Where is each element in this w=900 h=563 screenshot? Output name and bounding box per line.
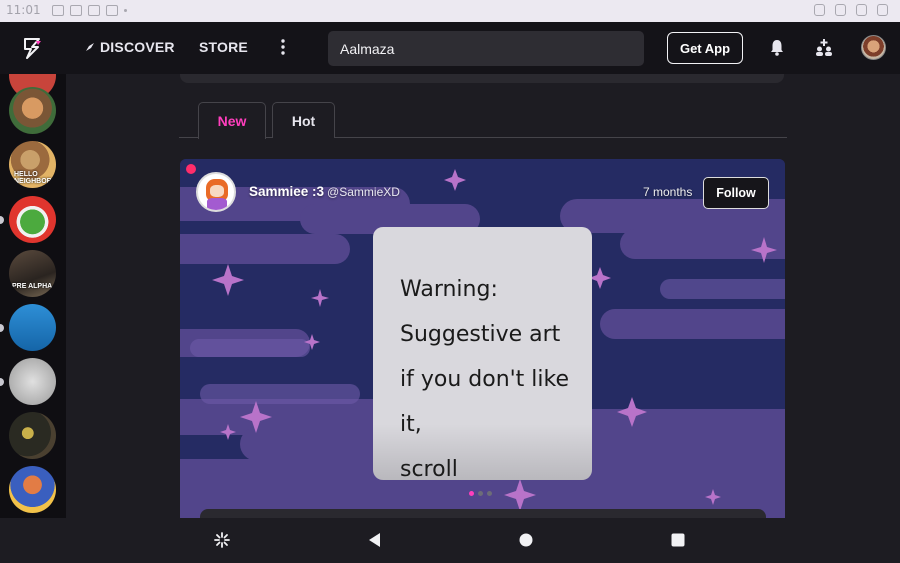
sidebar-community-5[interactable] [9,304,56,351]
sidebar-community-4[interactable]: PRE ALPHA [9,250,56,297]
online-indicator [186,164,196,174]
play-store-icon [106,5,118,16]
tab-new[interactable]: New [198,102,266,139]
notification-icons [52,5,127,16]
get-app-button[interactable]: Get App [667,32,743,64]
recents-icon[interactable] [669,531,687,549]
sidebar-community-2[interactable]: HELLO NEIGHBOR [9,141,56,188]
sidebar-community-8[interactable] [9,466,56,513]
logo-bolt-icon[interactable] [22,36,44,60]
kebab-menu-icon[interactable] [279,38,287,56]
warning-line: Suggestive art [400,322,561,347]
game-controller-icon [52,5,64,16]
bell-icon[interactable] [770,39,784,56]
more-dot-icon [124,9,127,12]
post-footer-edge [200,509,766,518]
nav-discover[interactable]: DISCOVER [84,39,175,55]
post-author-avatar[interactable] [196,172,236,212]
compass-icon [86,43,94,51]
post-author-handle: @SammieXD [327,185,400,199]
wifi-icon [856,4,867,16]
system-nav-bar [0,518,900,563]
previous-card-edge [180,74,784,83]
user-avatar[interactable] [861,35,886,60]
youtube-icon [70,5,82,16]
search-input[interactable] [328,31,644,66]
pager-dot[interactable] [487,491,492,496]
youtube-icon [88,5,100,16]
plus-people-icon[interactable] [815,39,833,56]
status-bar: 11:01 [0,0,900,22]
sidebar-community-label: PRE ALPHA [12,283,53,290]
system-icons [814,4,888,16]
sidebar-community-1[interactable] [9,87,56,134]
follow-button[interactable]: Follow [703,177,769,209]
warning-line: Warning: [400,277,498,302]
post-image-warning[interactable]: Warning: Suggestive art if you don't lik… [373,227,592,482]
warning-line: if you don't like it, [400,367,570,437]
status-time: 11:01 [6,3,41,17]
unread-indicator [0,324,4,332]
battery-icon [877,4,888,16]
vibrate-icon [835,4,846,16]
back-icon[interactable] [366,531,384,549]
nav-discover-label: DISCOVER [100,39,175,55]
nav-store[interactable]: STORE [199,39,248,55]
post-author-name: Sammiee :3 [249,184,325,199]
sidebar-community-label: HELLO NEIGHBOR [14,171,52,185]
sidebar-community-7[interactable] [9,412,56,459]
warning-line: scroll [400,457,458,482]
feed-tabs: New Hot [179,102,787,139]
home-icon[interactable] [517,531,535,549]
sidebar-community-6[interactable] [9,358,56,405]
bluetooth-icon [814,4,825,16]
unread-indicator [0,216,4,224]
unread-indicator [0,378,4,386]
sidebar-community-3[interactable] [9,196,56,243]
post-timestamp: 7 months [643,185,693,199]
sparkle-assistant-icon[interactable] [213,531,231,549]
post-author[interactable]: Sammiee :3 @SammieXD [249,184,400,199]
pager-dot[interactable] [478,491,483,496]
community-sidebar: HELLO NEIGHBOR PRE ALPHA [0,74,66,518]
feed-post[interactable]: Sammiee :3 @SammieXD 7 months Follow Warn… [180,159,785,518]
image-pager[interactable] [469,491,492,496]
tab-hot[interactable]: Hot [272,102,335,138]
pager-dot[interactable] [469,491,474,496]
app-bar: DISCOVER STORE Get App [0,22,900,74]
